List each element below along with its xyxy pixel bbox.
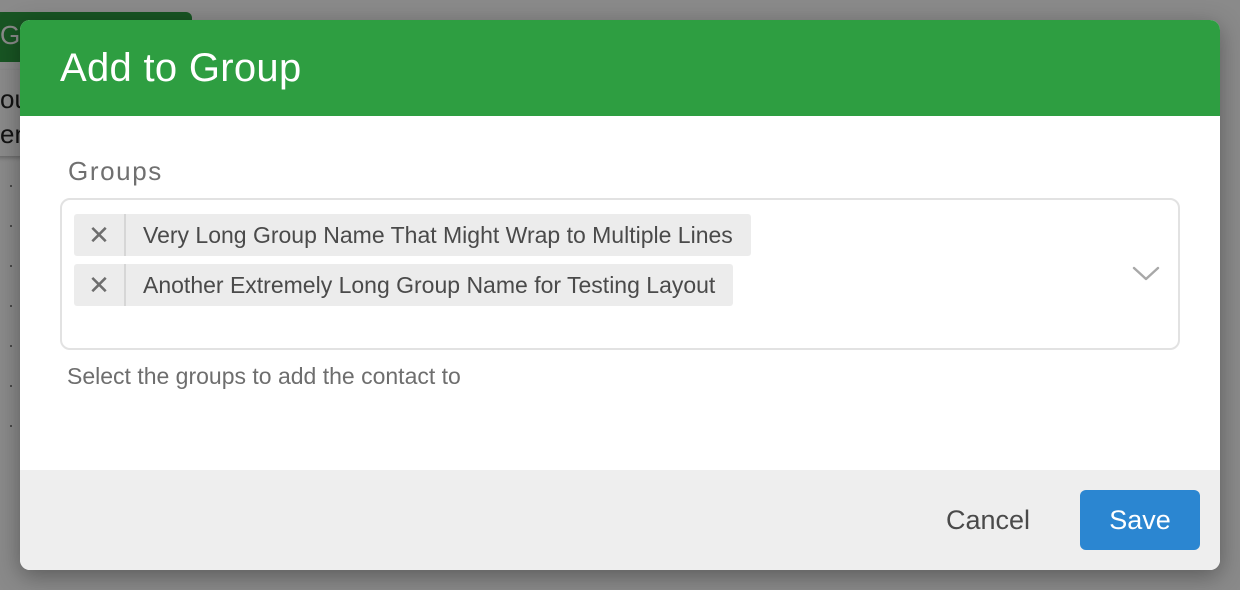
groups-help-text: Select the groups to add the contact to xyxy=(67,363,461,389)
close-icon[interactable]: ✕ xyxy=(74,214,126,256)
dialog-body: Groups ✕ Very Long Group Name That Might… xyxy=(20,116,1220,470)
dialog-footer: Cancel Save xyxy=(20,470,1220,570)
chevron-down-icon[interactable] xyxy=(1132,262,1160,286)
group-chip-label: Very Long Group Name That Might Wrap to … xyxy=(143,221,733,248)
group-chip: ✕ Another Extremely Long Group Name for … xyxy=(74,264,734,306)
group-chip: ✕ Very Long Group Name That Might Wrap t… xyxy=(74,214,751,256)
dialog-title: Add to Group xyxy=(60,45,302,90)
add-to-group-dialog: Add to Group Groups ✕ Very Long Group Na… xyxy=(20,20,1220,570)
save-button[interactable]: Save xyxy=(1080,490,1200,550)
cancel-button[interactable]: Cancel xyxy=(946,505,1030,536)
close-icon[interactable]: ✕ xyxy=(74,264,126,306)
groups-multiselect[interactable]: ✕ Very Long Group Name That Might Wrap t… xyxy=(60,198,1180,350)
groups-field-label: Groups xyxy=(68,156,163,186)
group-chip-label: Another Extremely Long Group Name for Te… xyxy=(143,271,716,298)
dialog-header: Add to Group xyxy=(20,20,1220,116)
